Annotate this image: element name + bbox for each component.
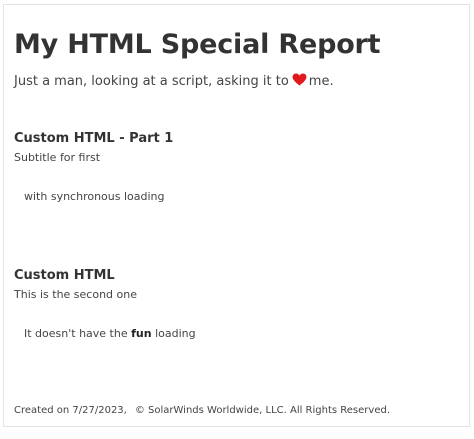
section-2-title: Custom HTML: [14, 268, 115, 283]
section-2-body-bold: fun: [131, 327, 152, 340]
report-title: My HTML Special Report: [14, 29, 381, 60]
section-1-title: Custom HTML - Part 1: [14, 131, 174, 146]
footer-copyright: © SolarWinds Worldwide, LLC. All Rights …: [134, 405, 390, 416]
section-2-body-after: loading: [155, 327, 196, 340]
heart-icon: [292, 73, 307, 86]
section-2-subtitle: This is the second one: [14, 288, 138, 301]
report-subtitle-text-before: Just a man, looking at a script, asking …: [14, 74, 289, 89]
report-container: My HTML Special Report Just a man, looki…: [3, 4, 470, 427]
footer-created-date: Created on 7/27/2023,: [14, 405, 127, 416]
section-2-body-before: It doesn't have the: [24, 327, 128, 340]
section-2-body: It doesn't have the fun loading: [24, 327, 196, 340]
report-subtitle: Just a man, looking at a script, asking …: [14, 73, 334, 89]
report-subtitle-text-after: me.: [308, 74, 334, 89]
report-footer: Created on 7/27/2023, © SolarWinds Worldw…: [14, 405, 390, 416]
section-1-body: with synchronous loading: [24, 190, 165, 203]
section-1-subtitle: Subtitle for first: [14, 151, 101, 164]
